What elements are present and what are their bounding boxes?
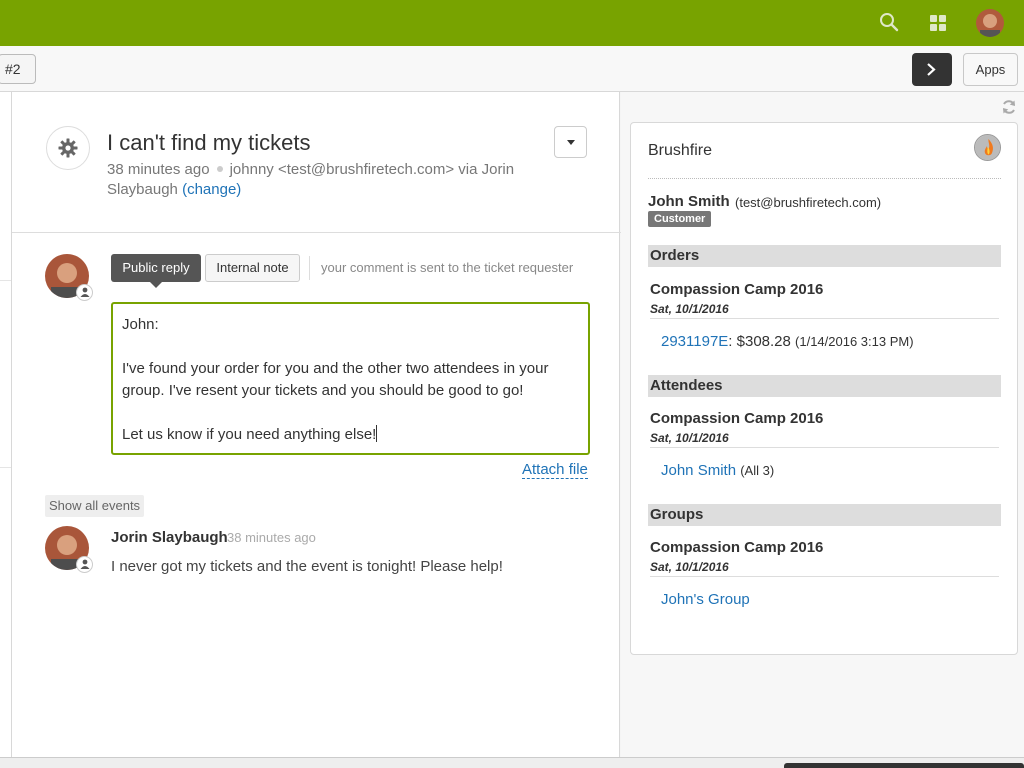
group-link[interactable]: John's Group [661, 591, 750, 608]
ticket-tabs-bar: #2 Apps [0, 46, 1024, 92]
attendees-heading: Attendees [648, 375, 1001, 397]
ticket-icon [46, 126, 90, 170]
show-all-events-button[interactable]: Show all events [45, 495, 145, 517]
customer-name: John Smith [648, 193, 730, 210]
user-badge-icon [76, 284, 93, 301]
divider [309, 256, 310, 280]
apps-panel: Brushfire John Smith (test@brushfiretech… [621, 92, 1024, 768]
divider [12, 232, 621, 233]
separator-dot [216, 166, 223, 173]
left-strip [0, 92, 11, 768]
event-time: 38 minutes ago [227, 530, 316, 545]
divider [650, 576, 999, 577]
divider [648, 178, 1001, 179]
order-row: 2931197E: $308.28 (1/14/2016 3:13 PM) [661, 333, 914, 350]
ticket-meta: 38 minutes ago johnny <test@brushfiretech… [107, 160, 537, 200]
groups-event: Compassion Camp 2016 [650, 539, 824, 556]
divider [650, 447, 999, 448]
event-body: I never got my tickets and the event is … [111, 558, 503, 575]
change-requester-link[interactable]: (change) [182, 181, 241, 198]
customer-email: (test@brushfiretech.com) [735, 195, 882, 210]
bottom-action-bar[interactable] [784, 763, 1024, 768]
ticket-main: I can't find my tickets 38 minutes ago jo… [11, 92, 621, 768]
attendee-count: (All 3) [740, 463, 775, 478]
grid-icon[interactable] [929, 14, 947, 32]
top-nav-bar [0, 0, 1024, 46]
attendee-row: John Smith (All 3) [661, 462, 774, 479]
brushfire-logo-icon [974, 134, 1001, 161]
ticket-age: 38 minutes ago [107, 161, 210, 178]
reply-text: John: I've found your order for you and … [122, 316, 549, 443]
app-title: Brushfire [648, 142, 713, 159]
divider [0, 280, 11, 281]
public-reply-button[interactable]: Public reply [111, 254, 201, 288]
attendee-name-link[interactable]: John Smith [661, 462, 736, 479]
brushfire-app-card: Brushfire John Smith (test@brushfiretech… [630, 122, 1018, 655]
apps-button[interactable]: Apps [963, 53, 1018, 86]
customer-badge: Customer [648, 211, 712, 227]
order-amount: : $308.28 [728, 333, 791, 350]
user-avatar[interactable] [976, 9, 1004, 37]
ticket-options-dropdown[interactable] [554, 126, 587, 158]
refresh-icon[interactable] [1001, 99, 1017, 115]
attach-file-link[interactable]: Attach file [522, 461, 588, 479]
divider [0, 467, 11, 468]
attendees-event: Compassion Camp 2016 [650, 410, 824, 427]
groups-date: Sat, 10/1/2016 [650, 560, 729, 574]
order-date: (1/14/2016 3:13 PM) [795, 334, 914, 349]
next-button[interactable] [912, 53, 952, 86]
ticket-title: I can't find my tickets [107, 130, 311, 155]
user-badge-icon [76, 556, 93, 573]
text-cursor [376, 425, 378, 442]
order-id-link[interactable]: 2931197E [661, 333, 728, 350]
search-icon[interactable] [879, 12, 899, 32]
attendees-date: Sat, 10/1/2016 [650, 431, 729, 445]
composer-hint: your comment is sent to the ticket reque… [321, 260, 574, 275]
event-author: Jorin Slaybaugh [111, 529, 228, 546]
caret-down-icon [567, 140, 575, 145]
gear-icon [58, 138, 78, 158]
orders-heading: Orders [648, 245, 1001, 267]
chevron-right-icon [927, 63, 936, 76]
reply-textarea[interactable]: John: I've found your order for you and … [111, 302, 590, 455]
divider [650, 318, 999, 319]
ticket-tab[interactable]: #2 [0, 54, 36, 84]
orders-date: Sat, 10/1/2016 [650, 302, 729, 316]
internal-note-button[interactable]: Internal note [205, 254, 300, 282]
orders-event: Compassion Camp 2016 [650, 281, 824, 298]
groups-heading: Groups [648, 504, 1001, 526]
